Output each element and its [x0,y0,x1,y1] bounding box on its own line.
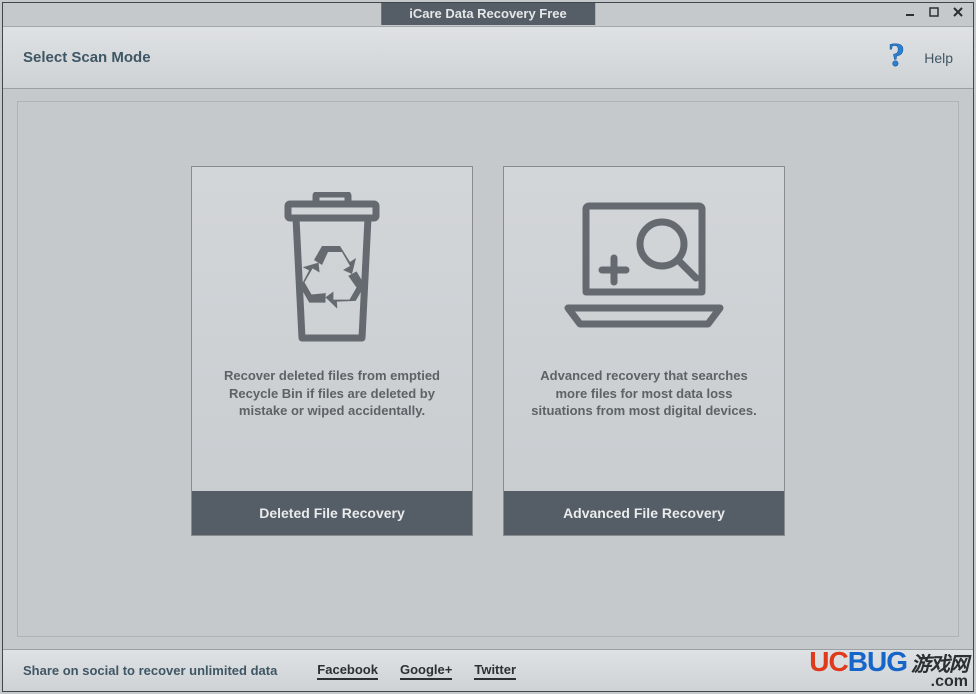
help-button[interactable]: ? Help [882,38,953,77]
bottom-bar: Share on social to recover unlimited dat… [3,649,973,691]
header-bar: Select Scan Mode ? Help [3,27,973,89]
card-advanced-recovery[interactable]: Advanced recovery that searches more fil… [503,166,785,536]
maximize-button[interactable] [927,7,941,21]
window-controls [903,7,965,21]
cards-row: Recover deleted files from emptied Recyc… [18,166,958,536]
app-window: iCare Data Recovery Free Select Scan Mod… [2,2,974,692]
card-description: Recover deleted files from emptied Recyc… [192,367,472,491]
svg-text:?: ? [888,38,905,72]
recycle-bin-icon [192,167,472,367]
window-title: iCare Data Recovery Free [381,3,595,25]
card-button[interactable]: Deleted File Recovery [192,491,472,535]
share-text: Share on social to recover unlimited dat… [23,663,277,678]
card-description: Advanced recovery that searches more fil… [504,367,784,491]
card-button[interactable]: Advanced File Recovery [504,491,784,535]
minimize-button[interactable] [903,7,917,21]
page-title: Select Scan Mode [23,49,882,66]
help-label: Help [924,50,953,66]
social-link-twitter[interactable]: Twitter [474,662,516,680]
titlebar: iCare Data Recovery Free [3,3,973,27]
inner-panel: Recover deleted files from emptied Recyc… [17,101,959,637]
social-link-googleplus[interactable]: Google+ [400,662,452,680]
social-link-facebook[interactable]: Facebook [317,662,378,680]
card-deleted-recovery[interactable]: Recover deleted files from emptied Recyc… [191,166,473,536]
close-button[interactable] [951,7,965,21]
help-icon: ? [882,38,912,77]
social-links: Facebook Google+ Twitter [317,662,516,680]
laptop-search-icon [504,167,784,367]
main-area: Recover deleted files from emptied Recyc… [3,89,973,649]
